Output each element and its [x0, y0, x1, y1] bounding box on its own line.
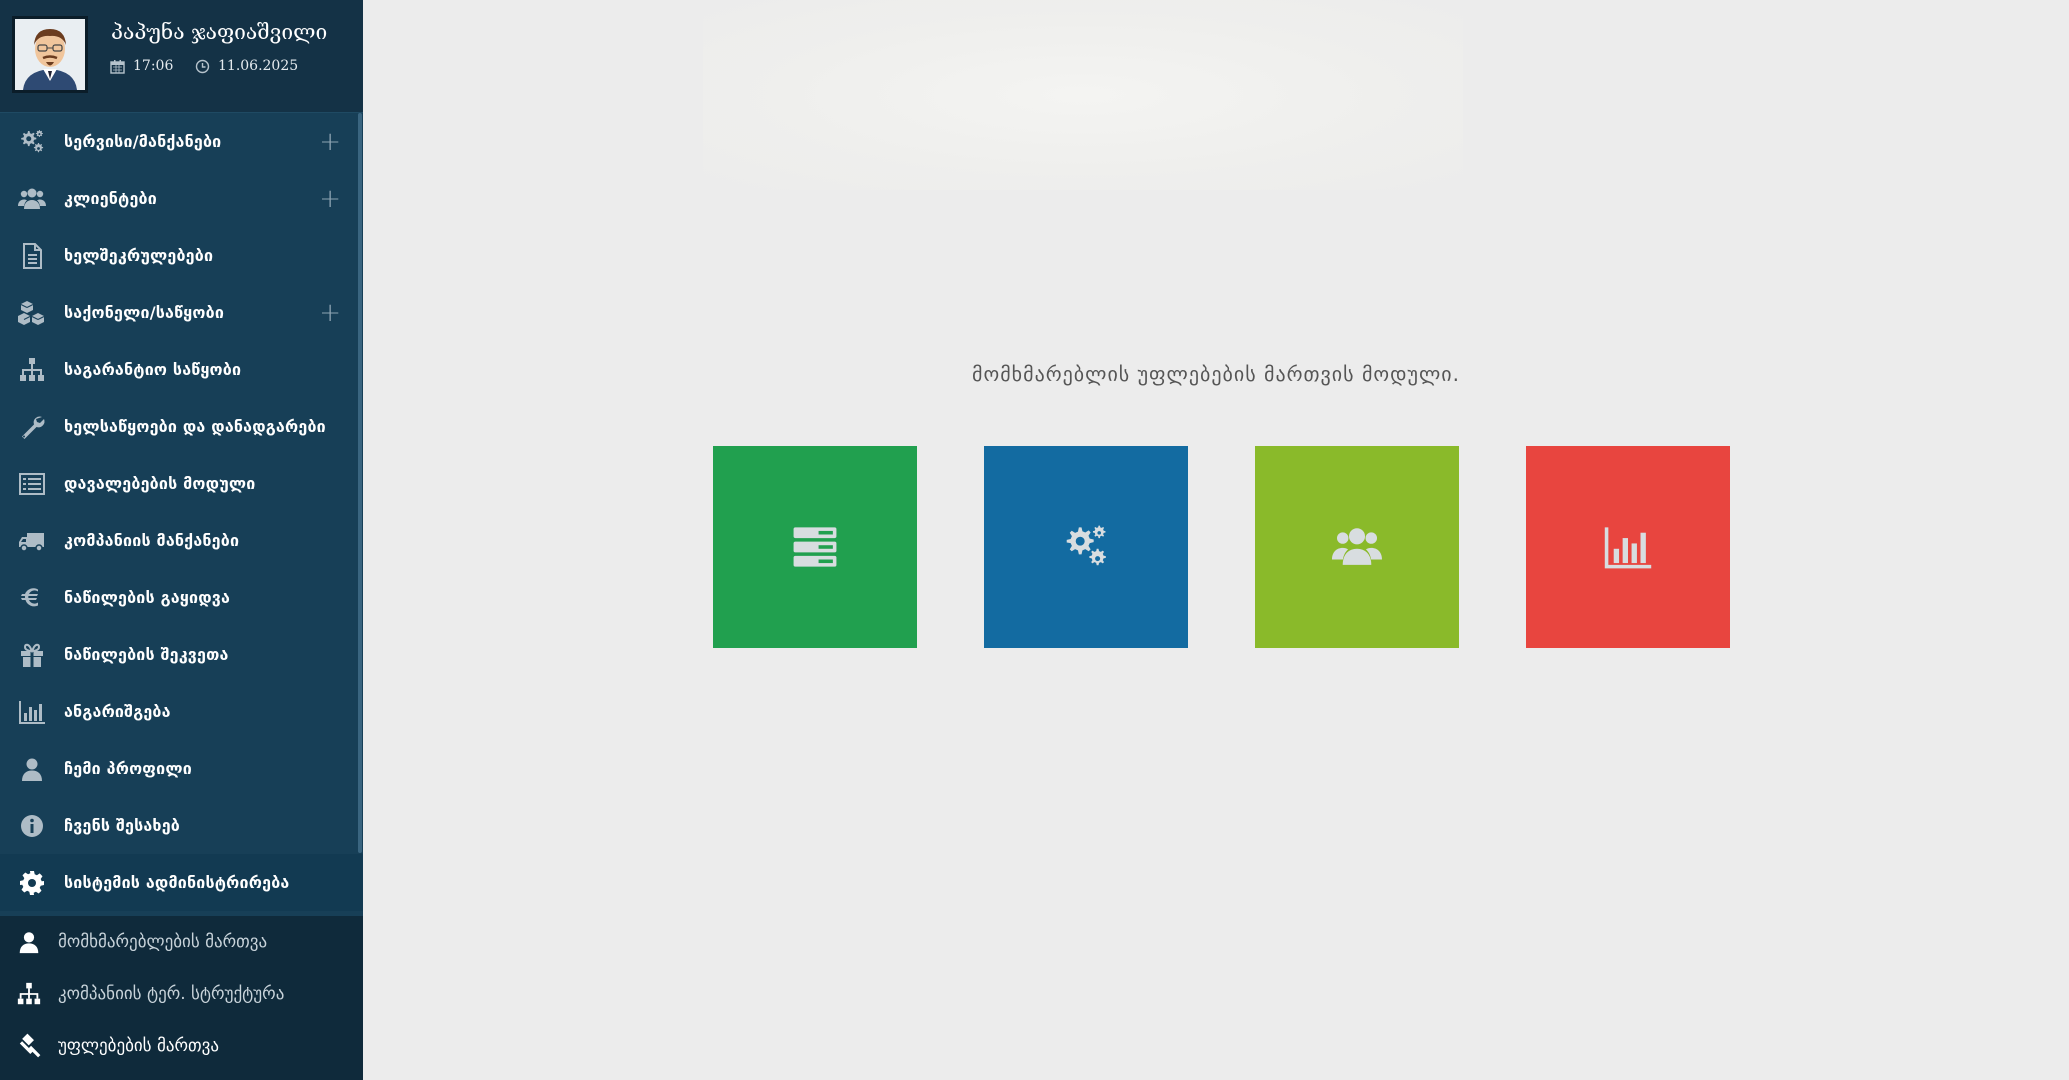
sidebar-item-icon: [0, 128, 64, 156]
gavel-icon: [19, 1033, 41, 1058]
users-icon: [1332, 528, 1382, 565]
sidebar-item[interactable]: ხელშეკრულებები: [0, 227, 363, 284]
admin-submenu: მომხმარებლების მართვა კომპანიის ტერ. სტრუ…: [0, 916, 363, 1080]
sidebar-item[interactable]: ხელსაწყოები და დანადგარები: [0, 398, 363, 455]
sidebar-item-icon: [0, 584, 64, 612]
sidebar-item-label: საგარანტიო საწყობი: [64, 360, 242, 379]
sidebar-item-label: კომპანიის მანქანები: [64, 531, 240, 550]
sidebar-item-icon: [0, 641, 64, 669]
sidebar-item-label: სერვისი/მანქანები: [64, 132, 222, 151]
bar-chart-icon: [19, 700, 45, 724]
sidebar-item-label: ჩვენს შესახებ: [64, 816, 181, 835]
main-menu: სერვისი/მანქანები + კლიენტები + ხელშეკრულებე…: [0, 113, 363, 911]
gift-icon: [21, 643, 43, 667]
user-panel: პაპუნა ჯაფიაშვილი 17:06 11.06.2025: [0, 0, 363, 113]
date-value: 11.06.2025: [218, 58, 299, 74]
sidebar-item[interactable]: ჩემი პროფილი: [0, 740, 363, 797]
submenu-item-icon: [0, 1033, 58, 1059]
calendar-icon: [110, 59, 125, 74]
submenu-item-label: მომხმარებლების მართვა: [58, 932, 268, 952]
sidebar-item-icon: [0, 527, 64, 555]
sidebar-item-label: კლიენტები: [64, 189, 157, 208]
date-display: 11.06.2025: [195, 58, 298, 74]
sidebar-item-label: სისტემის ადმინისტრირება: [64, 873, 290, 892]
sidebar-item-icon: [0, 698, 64, 726]
user-icon: [19, 932, 39, 954]
truck-icon: [19, 532, 44, 552]
sidebar: პაპუნა ჯაფიაშვილი 17:06 11.06.2025 სერვი…: [0, 0, 363, 1080]
list-icon: [19, 472, 45, 495]
submenu-item[interactable]: კომპანიის ტერ. სტრუქტურა: [0, 968, 363, 1020]
user-name: პაპუნა ჯაფიაშვილი: [111, 20, 328, 44]
sidebar-item-icon: [0, 299, 64, 327]
sidebar-item[interactable]: საგარანტიო საწყობი: [0, 341, 363, 398]
page-title: მომხმარებლის უფლებების მართვის მოდული.: [972, 362, 1460, 386]
submenu-item-icon: [0, 981, 58, 1007]
time-display: 17:06: [110, 58, 173, 74]
sidebar-item[interactable]: კლიენტები +: [0, 170, 363, 227]
submenu-item-label: უფლებების მართვა: [58, 1036, 219, 1056]
sidebar-item-label: ხელსაწყოები და დანადგარები: [64, 417, 326, 436]
sidebar-item[interactable]: საქონელი/საწყობი +: [0, 284, 363, 341]
submenu-item-label: კომპანიის ტერ. სტრუქტურა: [58, 984, 285, 1004]
sidebar-item-label: საქონელი/საწყობი: [64, 303, 225, 322]
clock-icon: [195, 59, 210, 73]
sidebar-item-label: ნაწილების შეკვეთა: [64, 645, 229, 664]
sidebar-item-icon: [0, 242, 64, 270]
users-icon: [18, 188, 46, 209]
submenu-item[interactable]: მომხმარებლების მართვა: [0, 916, 363, 968]
expand-icon[interactable]: +: [319, 300, 341, 326]
gear-icon: [20, 870, 44, 895]
expand-icon[interactable]: +: [319, 186, 341, 212]
sidebar-item[interactable]: ნაწილების შეკვეთა: [0, 626, 363, 683]
sidebar-item[interactable]: დავალებების მოდული: [0, 455, 363, 512]
main-content: მომხმარებლის უფლებების მართვის მოდული.: [363, 0, 2069, 1080]
bar-chart-icon: [1604, 527, 1652, 569]
sidebar-item-icon: [0, 755, 64, 783]
header-glow: [703, 0, 1463, 190]
sidebar-item-label: ანგარიშგება: [64, 702, 171, 721]
cogs-icon: [1066, 525, 1106, 566]
sidebar-scrollbar[interactable]: [358, 113, 362, 853]
server-icon: [793, 527, 837, 567]
document-icon: [23, 242, 42, 269]
submenu-item-icon: [0, 929, 58, 955]
cubes-icon: [18, 300, 45, 325]
sidebar-item[interactable]: ანგარიშგება: [0, 683, 363, 740]
submenu-item[interactable]: უფლებების მართვა: [0, 1020, 363, 1072]
sidebar-item[interactable]: სისტემის ადმინისტრირება: [0, 854, 363, 911]
sidebar-item[interactable]: ნაწილების გაყიდვა: [0, 569, 363, 626]
sidebar-item-icon: [0, 812, 64, 840]
sidebar-item[interactable]: კომპანიის მანქანები: [0, 512, 363, 569]
sidebar-item-label: ხელშეკრულებები: [64, 246, 214, 265]
sidebar-item[interactable]: ჩვენს შესახებ: [0, 797, 363, 854]
sitemap-icon: [17, 982, 41, 1005]
sidebar-item[interactable]: სერვისი/მანქანები +: [0, 113, 363, 170]
euro-icon: [21, 587, 38, 606]
sidebar-item-icon: [0, 470, 64, 498]
sidebar-item-icon: [0, 356, 64, 384]
cogs-icon: [21, 129, 44, 152]
expand-icon[interactable]: +: [319, 129, 341, 155]
info-icon: [21, 814, 43, 837]
module-tile[interactable]: [1255, 446, 1459, 648]
sidebar-item-icon: [0, 413, 64, 441]
wrench-icon: [22, 416, 45, 439]
sidebar-item-icon: [0, 869, 64, 897]
sitemap-icon: [20, 357, 44, 381]
module-tile[interactable]: [1526, 446, 1730, 648]
sidebar-item-label: ჩემი პროფილი: [64, 759, 192, 778]
module-tile[interactable]: [984, 446, 1188, 648]
time-value: 17:06: [133, 58, 174, 74]
user-icon: [22, 758, 42, 781]
module-tile[interactable]: [713, 446, 917, 648]
sidebar-item-label: დავალებების მოდული: [64, 474, 256, 493]
sidebar-item-icon: [0, 185, 64, 213]
avatar[interactable]: [12, 16, 88, 93]
sidebar-item-label: ნაწილების გაყიდვა: [64, 588, 231, 607]
